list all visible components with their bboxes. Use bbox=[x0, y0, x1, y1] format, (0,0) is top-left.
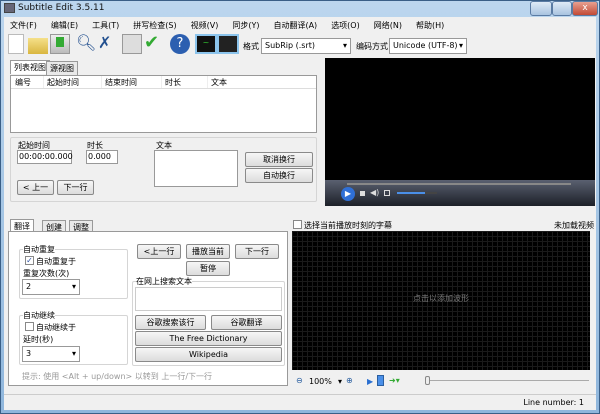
text-editor[interactable] bbox=[154, 150, 238, 187]
duration-input[interactable]: 0.000 bbox=[86, 150, 118, 164]
menu-help[interactable]: 帮助(H) bbox=[416, 20, 444, 31]
free-dictionary-button[interactable]: The Free Dictionary bbox=[135, 331, 282, 346]
google-translate-button[interactable]: 谷歌翻译 bbox=[211, 315, 282, 330]
prev-button[interactable]: < 上一 bbox=[17, 180, 54, 195]
column-header-end[interactable]: 结束时间 bbox=[101, 76, 161, 88]
menu-video[interactable]: 视频(V) bbox=[191, 20, 219, 31]
encoding-label: 编码方式 bbox=[356, 42, 388, 51]
format-label: 格式 bbox=[243, 42, 259, 51]
play-waveform-icon[interactable]: ▶ bbox=[367, 377, 373, 386]
delay-select[interactable]: 3 bbox=[22, 346, 80, 362]
waveform-area[interactable]: 点击以添加波形 bbox=[292, 231, 590, 370]
column-header-text[interactable]: 文本 bbox=[207, 76, 316, 88]
auto-break-button[interactable]: 自动换行 bbox=[245, 168, 313, 183]
zoom-out-icon[interactable]: ⊖ bbox=[296, 376, 303, 385]
selection-icon[interactable] bbox=[377, 375, 384, 386]
web-search-input[interactable] bbox=[135, 287, 282, 311]
no-video-label: 未加载视频 bbox=[554, 221, 594, 230]
format-select[interactable]: SubRip (.srt) bbox=[261, 38, 351, 54]
replace-icon[interactable]: ✗ bbox=[98, 34, 118, 54]
line-number-status: Line number: 1 bbox=[523, 398, 584, 407]
find-icon[interactable]: 🔍︎ bbox=[76, 34, 96, 54]
menu-file[interactable]: 文件(F) bbox=[10, 20, 37, 31]
open-folder-icon[interactable] bbox=[28, 38, 48, 54]
play-icon[interactable]: ▶ bbox=[341, 187, 355, 201]
menu-options[interactable]: 选项(O) bbox=[331, 20, 360, 31]
app-icon bbox=[4, 3, 15, 13]
mute-icon[interactable]: ◀) bbox=[370, 188, 379, 197]
menu-edit[interactable]: 编辑(E) bbox=[51, 20, 78, 31]
next-button[interactable]: 下一行 bbox=[57, 180, 94, 195]
status-bar bbox=[4, 394, 596, 410]
auto-continue-checkbox-label: 自动继续于 bbox=[36, 323, 76, 332]
auto-repeat-title: 自动重复 bbox=[23, 244, 55, 255]
wikipedia-button[interactable]: Wikipedia bbox=[135, 347, 282, 362]
auto-repeat-checkbox[interactable]: ✓ bbox=[25, 256, 34, 265]
zoom-in-icon[interactable]: ⊕ bbox=[346, 376, 353, 385]
unbreak-button[interactable]: 取消换行 bbox=[245, 152, 313, 167]
delay-label: 延时(秒) bbox=[23, 335, 54, 344]
save-download-icon[interactable] bbox=[50, 34, 70, 54]
close-button[interactable]: x bbox=[572, 1, 598, 16]
seek-bar[interactable] bbox=[347, 183, 571, 185]
auto-repeat-checkbox-label: 自动重复于 bbox=[36, 257, 76, 266]
prev-line-button[interactable]: <上一行 bbox=[137, 244, 181, 259]
menu-network[interactable]: 网络(N) bbox=[374, 20, 402, 31]
visual-sync-icon[interactable] bbox=[122, 34, 142, 54]
next-arrows-icon[interactable]: ➜▾ bbox=[389, 376, 400, 385]
menu-auto-translate[interactable]: 自动翻译(A) bbox=[273, 20, 317, 31]
video-controls: ▶ ◀) bbox=[325, 180, 595, 206]
repeat-count-label: 重复次数(次) bbox=[23, 269, 70, 278]
tab-list-view[interactable]: 列表视图 bbox=[10, 60, 50, 74]
select-current-checkbox[interactable] bbox=[293, 220, 302, 229]
column-header-duration[interactable]: 时长 bbox=[161, 76, 207, 88]
auto-continue-checkbox[interactable] bbox=[25, 322, 34, 331]
repeat-count-select[interactable]: 2 bbox=[22, 279, 80, 295]
play-current-button[interactable]: 播放当前 bbox=[186, 244, 230, 259]
web-search-title: 在网上搜索文本 bbox=[136, 276, 192, 287]
video-toggle-icon[interactable] bbox=[217, 34, 239, 54]
column-header-number[interactable]: 编号 bbox=[11, 76, 43, 88]
add-waveform-hint: 点击以添加波形 bbox=[413, 294, 469, 303]
column-header-start[interactable]: 起始时间 bbox=[43, 76, 101, 88]
menu-sync[interactable]: 同步(Y) bbox=[232, 20, 259, 31]
start-time-input[interactable]: 00:00:00.000 bbox=[17, 150, 73, 164]
zoom-level[interactable]: 100% bbox=[309, 377, 332, 386]
video-player[interactable]: ▶ ◀) bbox=[325, 58, 595, 206]
waveform-toggle-icon[interactable]: ~ bbox=[195, 34, 217, 54]
window-title: Subtitle Edit 3.5.11 bbox=[18, 3, 105, 13]
next-line-button[interactable]: 下一行 bbox=[235, 244, 279, 259]
new-file-icon[interactable] bbox=[8, 34, 24, 54]
waveform-position-slider[interactable] bbox=[425, 376, 589, 385]
minimize-button[interactable] bbox=[530, 1, 552, 16]
subtitle-table[interactable]: 编号 起始时间 结束时间 时长 文本 bbox=[10, 75, 317, 133]
google-search-button[interactable]: 谷歌搜索该行 bbox=[135, 315, 206, 330]
help-icon[interactable]: ? bbox=[170, 34, 190, 54]
hint-text: 提示: 使用 <Alt + up/down> 以转到 上一行/下一行 bbox=[22, 372, 213, 381]
menu-bar: 文件(F) 编辑(E) 工具(T) 拼写检查(S) 视频(V) 同步(Y) 自动… bbox=[10, 20, 458, 31]
maximize-button[interactable] bbox=[552, 1, 572, 16]
select-current-label: 选择当前播放时刻的字幕 bbox=[304, 221, 392, 230]
zoom-dropdown-icon[interactable]: ▾ bbox=[338, 377, 342, 386]
tab-source-view[interactable]: 源视图 bbox=[46, 61, 78, 75]
encoding-select[interactable]: Unicode (UTF-8) bbox=[389, 38, 467, 54]
spellcheck-icon[interactable]: ✔ bbox=[144, 34, 164, 54]
menu-spellcheck[interactable]: 拼写检查(S) bbox=[133, 20, 176, 31]
auto-continue-title: 自动继续 bbox=[23, 310, 55, 321]
fullscreen-icon[interactable] bbox=[384, 190, 390, 196]
menu-tools[interactable]: 工具(T) bbox=[92, 20, 119, 31]
pause-button[interactable]: 暂停 bbox=[186, 261, 230, 276]
volume-slider[interactable] bbox=[397, 192, 437, 194]
stop-icon[interactable] bbox=[360, 191, 365, 196]
